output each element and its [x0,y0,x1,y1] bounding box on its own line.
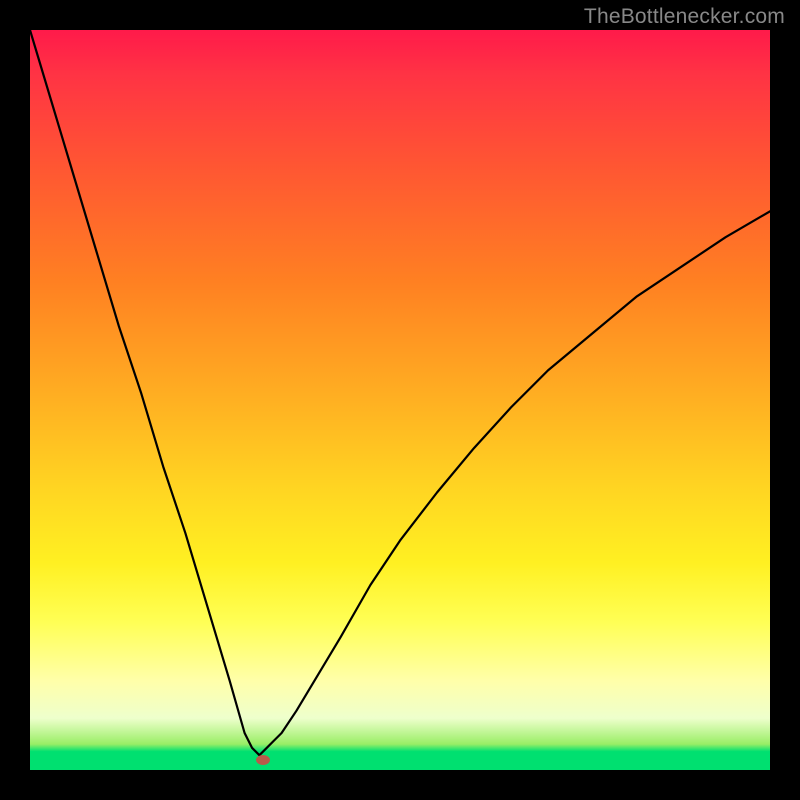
optimal-point-marker [256,755,270,765]
watermark: TheBottlenecker.com [584,5,785,29]
chart-frame: TheBottlenecker.com [0,0,800,800]
curve-path [30,30,770,755]
bottleneck-curve [30,30,770,770]
plot-area [30,30,770,770]
